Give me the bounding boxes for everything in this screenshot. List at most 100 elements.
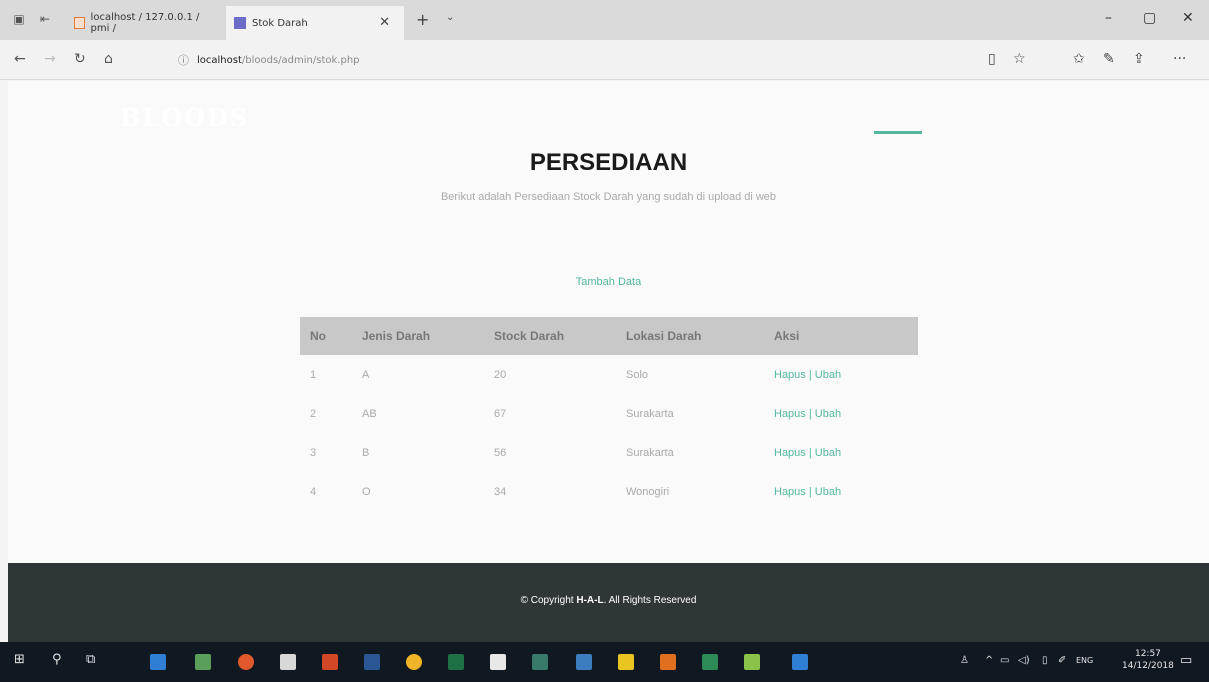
task-view-icon[interactable]: ⧉	[86, 652, 95, 667]
add-data-link[interactable]: Tambah Data	[8, 276, 1209, 288]
word-icon[interactable]	[364, 654, 380, 670]
table-row: 3 B 56 Surakarta Hapus | Ubah	[300, 433, 918, 472]
cell-jenis: B	[362, 446, 370, 459]
cell-stock: 20	[494, 368, 507, 381]
action-separator: |	[808, 485, 812, 498]
copyright-prefix: © Copyright	[520, 595, 574, 606]
set-aside-tabs-icon[interactable]: ⇤	[38, 12, 52, 26]
favorite-star-icon[interactable]: ☆	[1013, 51, 1026, 67]
edit-link[interactable]: Ubah	[815, 408, 841, 420]
taskbar-app-icon[interactable]	[532, 654, 548, 670]
people-icon[interactable]: ♙	[960, 655, 969, 666]
cell-no: 1	[310, 368, 317, 381]
cell-lokasi: Wonogiri	[626, 485, 670, 498]
excel-icon[interactable]	[448, 654, 464, 670]
site-info-icon[interactable]: ⓘ	[178, 52, 189, 68]
taskbar-app-icon[interactable]	[618, 654, 634, 670]
share-icon[interactable]: ⇪	[1133, 51, 1145, 67]
search-icon[interactable]: ⚲	[52, 652, 62, 667]
column-header-stock: Stock Darah	[484, 317, 616, 355]
taskbar-app-icon[interactable]	[792, 654, 808, 670]
taskbar-app-icon[interactable]	[280, 654, 296, 670]
table-row: 1 A 20 Solo Hapus | Ubah	[300, 355, 918, 394]
page-subtitle: Berikut adalah Persediaan Stock Darah ya…	[440, 191, 777, 203]
url-host: localhost	[197, 54, 242, 66]
phpmyadmin-favicon-icon	[74, 17, 85, 29]
notepad-icon[interactable]	[744, 654, 760, 670]
column-header-jenis: Jenis Darah	[352, 317, 484, 355]
new-tab-icon[interactable]: +	[416, 10, 429, 29]
volume-icon[interactable]: ◁)	[1018, 655, 1030, 666]
cell-stock: 67	[494, 407, 507, 420]
edit-link[interactable]: Ubah	[815, 369, 841, 381]
minimize-icon[interactable]: –	[1105, 10, 1112, 26]
chevron-down-icon[interactable]: ⌄	[446, 12, 454, 23]
clock-date: 14/12/2018	[1122, 661, 1174, 671]
delete-link[interactable]: Hapus	[774, 369, 806, 381]
site-footer: © Copyright H-A-L. All Rights Reserved	[8, 563, 1209, 642]
cell-lokasi: Surakarta	[626, 407, 674, 420]
table-row: 2 AB 67 Surakarta Hapus | Ubah	[300, 394, 918, 433]
address-bar-row: ← → ↻ ⌂ ⓘ localhost /bloods/admin/stok.p…	[0, 40, 1209, 80]
cell-actions: Hapus | Ubah	[764, 433, 918, 472]
pen-icon[interactable]: ✐	[1058, 655, 1066, 666]
cell-jenis: A	[362, 368, 370, 381]
cell-no: 3	[310, 446, 317, 459]
cell-no: 2	[310, 407, 317, 420]
close-tab-icon[interactable]: ✕	[379, 15, 390, 30]
url-field[interactable]: ⓘ localhost /bloods/admin/stok.php	[178, 48, 998, 72]
reading-view-icon[interactable]: ▯	[988, 51, 996, 67]
windows-start-icon[interactable]: ⊞	[14, 652, 25, 667]
page-favicon-icon	[234, 17, 246, 29]
favorites-hub-icon[interactable]: ✩	[1073, 51, 1085, 67]
active-nav-indicator	[874, 131, 922, 134]
cell-jenis: O	[362, 485, 371, 498]
xampp-icon[interactable]	[660, 654, 676, 670]
tab-phpmyadmin[interactable]: localhost / 127.0.0.1 / pmi /	[66, 6, 216, 40]
copyright-text: © Copyright H-A-L. All Rights Reserved	[520, 595, 697, 606]
copyright-owner: H-A-L	[576, 595, 604, 606]
taskbar-app-icon[interactable]	[702, 654, 718, 670]
tab-label: Stok Darah	[252, 17, 308, 29]
powerpoint-icon[interactable]	[322, 654, 338, 670]
edit-link[interactable]: Ubah	[815, 486, 841, 498]
cell-actions: Hapus | Ubah	[764, 355, 918, 394]
refresh-icon[interactable]: ↻	[74, 51, 86, 67]
tray-chevron-up-icon[interactable]: ^	[985, 655, 993, 666]
language-indicator[interactable]: ENG	[1076, 656, 1093, 665]
web-note-icon[interactable]: ✎	[1103, 51, 1115, 67]
cell-actions: Hapus | Ubah	[764, 472, 918, 511]
forward-icon[interactable]: →	[44, 51, 56, 67]
more-icon[interactable]: ···	[1173, 51, 1186, 67]
cell-lokasi: Solo	[626, 368, 649, 381]
edge-browser-icon[interactable]	[150, 654, 166, 670]
delete-link[interactable]: Hapus	[774, 408, 806, 420]
cell-jenis: AB	[362, 407, 377, 420]
tab-manager-icon[interactable]: ▣	[12, 12, 26, 26]
delete-link[interactable]: Hapus	[774, 486, 806, 498]
clock[interactable]: 12:57 14/12/2018	[1122, 648, 1174, 672]
taskbar-app-icon[interactable]	[195, 654, 211, 670]
tab-label: localhost / 127.0.0.1 / pmi /	[90, 12, 200, 34]
stock-table: No Jenis Darah Stock Darah Lokasi Darah …	[300, 317, 918, 511]
taskbar-app-icon[interactable]	[490, 654, 506, 670]
clock-time: 12:57	[1134, 649, 1161, 659]
copyright-suffix: All Rights Reserved	[608, 595, 697, 606]
tab-stok-darah[interactable]: Stok Darah ✕	[226, 6, 404, 40]
network-icon[interactable]: ▭	[1000, 655, 1009, 666]
page-content: BLOODS PERSEDIAAN Berikut adalah Persedi…	[8, 81, 1209, 563]
cell-actions: Hapus | Ubah	[764, 394, 918, 433]
home-icon[interactable]: ⌂	[104, 51, 113, 67]
back-icon[interactable]: ←	[14, 51, 26, 67]
chrome-icon[interactable]	[406, 654, 422, 670]
taskbar-app-icon[interactable]	[576, 654, 592, 670]
column-header-no: No	[300, 317, 352, 355]
notification-icon[interactable]: ▭	[1180, 653, 1192, 668]
site-logo[interactable]: BLOODS	[120, 103, 249, 132]
firefox-icon[interactable]	[238, 654, 254, 670]
close-window-icon[interactable]: ✕	[1182, 10, 1194, 26]
delete-link[interactable]: Hapus	[774, 447, 806, 459]
edit-link[interactable]: Ubah	[815, 447, 841, 459]
maximize-icon[interactable]: ▢	[1143, 10, 1156, 26]
battery-icon[interactable]: ▯	[1042, 655, 1048, 666]
